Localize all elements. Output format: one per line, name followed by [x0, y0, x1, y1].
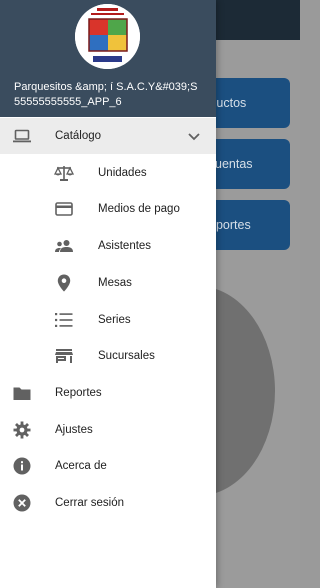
menu-item-acerca-de[interactable]: Acerca de — [0, 448, 216, 484]
menu-item-asistentes[interactable]: Asistentes — [0, 228, 216, 264]
navigation-drawer: Parquesitos &amp; í S.A.C.Y&#039;S 55555… — [0, 0, 216, 588]
credit-card-icon — [54, 199, 74, 219]
list-icon — [54, 310, 74, 330]
menu-item-reportes-label: Reportes — [55, 387, 102, 399]
menu-item-acerca-de-label: Acerca de — [55, 460, 107, 472]
menu-item-series-label: Series — [98, 314, 131, 326]
store-name: Parquesitos &amp; í S.A.C.Y&#039;S — [14, 81, 198, 93]
menu-item-catalogo-label: Catálogo — [55, 130, 102, 142]
menu-item-catalogo[interactable]: Catálogo — [0, 118, 216, 154]
drawer-header: Parquesitos &amp; í S.A.C.Y&#039;S 55555… — [0, 0, 216, 117]
menu-item-sucursales[interactable]: Sucursales — [0, 338, 216, 374]
close-circle-icon — [12, 493, 32, 513]
company-logo[interactable] — [75, 4, 140, 69]
info-icon — [12, 456, 32, 476]
menu-item-mesas-label: Mesas — [98, 277, 132, 289]
menu-item-mesas[interactable]: Mesas — [0, 265, 216, 301]
laptop-icon — [12, 126, 32, 146]
folder-icon — [12, 383, 32, 403]
menu-item-reportes[interactable]: Reportes — [0, 375, 216, 411]
menu-item-ajustes-label: Ajustes — [55, 424, 93, 436]
store-identifier: 55555555555_APP_6 — [14, 96, 122, 108]
menu-item-medios-de-pago-label: Medios de pago — [98, 203, 180, 215]
people-icon — [54, 236, 74, 256]
location-pin-icon — [54, 273, 74, 293]
gear-icon — [12, 420, 32, 440]
chevron-up-icon[interactable] — [186, 128, 202, 144]
menu-item-asistentes-label: Asistentes — [98, 240, 152, 252]
scale-icon — [54, 163, 74, 183]
menu-item-cerrar-sesion[interactable]: Cerrar sesión — [0, 485, 216, 521]
menu-item-unidades-label: Unidades — [98, 167, 147, 179]
menu-item-sucursales-label: Sucursales — [98, 350, 155, 362]
store-icon — [54, 346, 74, 366]
menu-item-medios-de-pago[interactable]: Medios de pago — [0, 191, 216, 227]
menu-item-unidades[interactable]: Unidades — [0, 155, 216, 191]
menu-item-cerrar-sesion-label: Cerrar sesión — [55, 497, 125, 509]
menu-item-series[interactable]: Series — [0, 302, 216, 338]
menu-item-ajustes[interactable]: Ajustes — [0, 412, 216, 448]
